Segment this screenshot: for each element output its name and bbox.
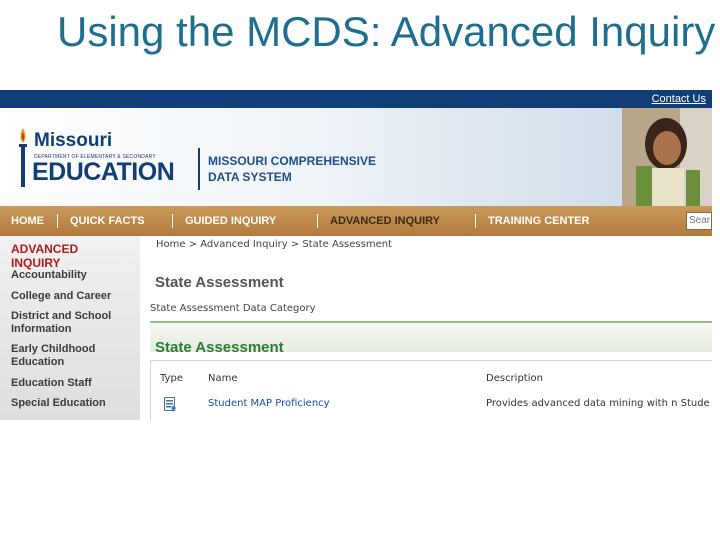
sidebar-item-early-childhood-education[interactable]: Early Childhood Education [11, 343, 136, 369]
sidebar-heading: ADVANCED INQUIRY [11, 242, 131, 270]
system-name-line2: DATA SYSTEM [208, 170, 292, 184]
nav-separator [172, 214, 173, 228]
slide-title: Using the MCDS: Advanced Inquiry [57, 8, 716, 55]
site-header: Missouri DEPARTMENT OF ELEMENTARY & SECO… [0, 108, 712, 206]
nav-home[interactable]: HOME [11, 215, 44, 227]
nav-guided-inquiry[interactable]: GUIDED INQUIRY [185, 215, 276, 227]
sidebar-item-district-and-school-information[interactable]: District and School Information [11, 310, 136, 336]
nav-training-center[interactable]: TRAINING CENTER [488, 215, 589, 227]
header-photo [622, 108, 712, 206]
top-bar: Contact Us [0, 90, 712, 108]
nav-quick-facts[interactable]: QUICK FACTS [70, 215, 145, 227]
main-nav: HOME QUICK FACTS GUIDED INQUIRY ADVANCED… [0, 206, 712, 236]
column-header-type: Type [160, 373, 183, 384]
sidebar-item-college-and-career[interactable]: College and Career [11, 290, 136, 303]
nav-advanced-inquiry[interactable]: ADVANCED INQUIRY [330, 215, 440, 227]
nav-separator [317, 214, 318, 228]
sidebar-item-accountability[interactable]: Accountability [11, 269, 136, 282]
website-screenshot: Contact Us Missouri DEPARTMENT OF ELEMEN… [0, 90, 712, 420]
nav-separator [475, 214, 476, 228]
system-name-line1: MISSOURI COMPREHENSIVE [208, 154, 377, 168]
logo-education-text: EDUCATION [32, 158, 175, 186]
category-label: State Assessment Data Category [150, 303, 316, 314]
torch-icon [19, 128, 27, 187]
section-title: State Assessment [155, 339, 284, 356]
sidebar-item-special-education[interactable]: Special Education [11, 397, 136, 410]
logo-divider [198, 148, 200, 190]
column-header-name: Name [208, 373, 238, 384]
dese-logo[interactable]: Missouri DEPARTMENT OF ELEMENTARY & SECO… [14, 120, 189, 190]
sidebar: ADVANCED INQUIRY Accountability College … [0, 236, 140, 420]
students-photo-icon [622, 108, 712, 206]
logo-missouri-text: Missouri [34, 130, 113, 151]
sidebar-heading-line1: ADVANCED [11, 242, 79, 256]
main-content: Home > Advanced Inquiry > State Assessme… [140, 236, 712, 420]
results-table [150, 360, 712, 420]
nav-separator [57, 214, 58, 228]
search-input[interactable]: Sear [686, 212, 712, 230]
system-name: MISSOURI COMPREHENSIVE DATA SYSTEM [208, 153, 376, 185]
contact-us-link[interactable]: Contact Us [652, 93, 706, 105]
row-description: Provides advanced data mining with n Stu… [486, 398, 710, 409]
page-title: State Assessment [155, 274, 284, 291]
column-header-description: Description [486, 373, 543, 384]
sidebar-item-education-staff[interactable]: Education Staff [11, 377, 136, 390]
student-map-proficiency-link[interactable]: Student MAP Proficiency [208, 398, 330, 409]
section-divider [150, 321, 712, 323]
sidebar-heading-line2: INQUIRY [11, 256, 61, 270]
document-icon[interactable] [164, 397, 176, 411]
breadcrumb[interactable]: Home > Advanced Inquiry > State Assessme… [156, 239, 392, 250]
